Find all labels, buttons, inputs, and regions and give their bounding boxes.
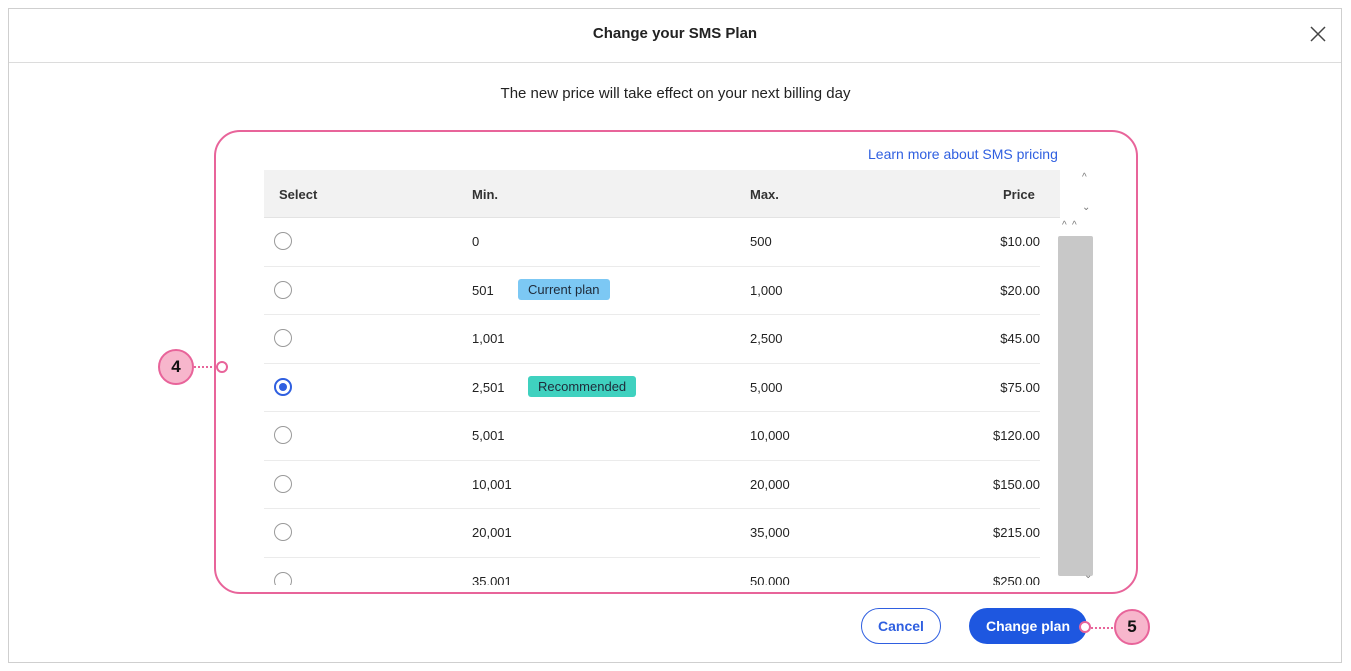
billing-note: The new price will take effect on your n… — [500, 85, 851, 102]
plan-radio[interactable] — [274, 474, 292, 493]
learn-more-link[interactable]: Learn more about SMS pricing — [868, 146, 1058, 162]
min-cell: 10,001 — [472, 476, 512, 492]
step-5-connector — [1091, 627, 1113, 629]
price-cell: $10.00 — [1000, 234, 1040, 249]
max-cell: 20,000 — [750, 476, 790, 492]
min-cell: 501 — [472, 282, 494, 298]
plan-table: Select Min. Max. Price 0 500 $10.00 501 Curr… — [264, 170, 1094, 585]
price-cell: $215.00 — [993, 525, 1040, 540]
close-button[interactable] — [1305, 21, 1331, 47]
step-4-anchor — [216, 361, 228, 373]
max-cell: 2,500 — [750, 331, 783, 346]
table-scrollbar[interactable]: ^ ^ ⌄ — [1058, 218, 1094, 585]
scroll-down-icon[interactable]: ⌄ — [1084, 570, 1092, 581]
min-cell: 1,001 — [472, 331, 505, 346]
table-row[interactable]: 5,001 10,000 $120.00 — [264, 412, 1040, 461]
modal-header: Change your SMS Plan — [9, 9, 1341, 63]
table-row[interactable]: 1,001 2,500 $45.00 — [264, 315, 1040, 364]
table-row[interactable]: 501 Current plan 1,000 $20.00 — [264, 267, 1040, 315]
min-cell: 2,501 — [472, 379, 505, 395]
table-row[interactable]: 10,001 20,000 $150.00 — [264, 461, 1040, 509]
change-plan-button[interactable]: Change plan — [969, 608, 1087, 644]
scrollbar-thumb[interactable] — [1058, 236, 1093, 576]
modal-title: Change your SMS Plan — [592, 25, 758, 42]
table-row[interactable]: 2,501 Recommended 5,000 $75.00 — [264, 364, 1040, 412]
recommended-badge: Recommended — [528, 375, 637, 397]
plan-radio[interactable] — [274, 280, 292, 299]
max-cell: 500 — [750, 234, 772, 249]
close-icon — [1310, 26, 1326, 42]
step-4-connector — [194, 366, 216, 368]
price-cell: $150.00 — [993, 476, 1040, 492]
plan-radio[interactable] — [274, 426, 292, 444]
price-cell: $75.00 — [1000, 379, 1040, 395]
price-cell: $120.00 — [993, 428, 1040, 443]
header-scroll-up-icon[interactable]: ^ — [1082, 172, 1087, 183]
max-cell: 35,000 — [750, 525, 790, 540]
current-plan-badge: Current plan — [518, 278, 610, 300]
header-select: Select — [279, 187, 318, 202]
max-cell: 1,000 — [750, 282, 783, 298]
plan-radio[interactable] — [274, 329, 292, 347]
scroll-up-icon[interactable]: ^ — [1072, 220, 1077, 231]
plan-radio[interactable] — [274, 232, 292, 250]
header-price: Price — [1003, 187, 1035, 202]
max-cell: 50,000 — [750, 573, 790, 586]
plan-radio[interactable] — [274, 571, 292, 585]
table-header: Select Min. Max. Price — [264, 170, 1060, 218]
header-max: Max. — [750, 187, 779, 202]
cancel-button[interactable]: Cancel — [861, 608, 941, 644]
plan-radio[interactable] — [274, 523, 292, 541]
min-cell: 5,001 — [472, 428, 505, 443]
step-4-badge: 4 — [158, 349, 194, 385]
header-scroll-down-icon[interactable]: ⌄ — [1082, 202, 1090, 213]
step-5-badge: 5 — [1114, 609, 1150, 645]
scroll-up-icon[interactable]: ^ — [1062, 220, 1067, 231]
step-5-anchor — [1079, 621, 1091, 633]
max-cell: 5,000 — [750, 379, 783, 395]
plan-radio[interactable] — [274, 377, 292, 396]
table-row[interactable]: 35,001 50,000 $250.00 — [264, 558, 1040, 586]
min-cell: 0 — [472, 234, 480, 249]
price-cell: $20.00 — [1000, 282, 1040, 298]
min-cell: 35,001 — [472, 573, 512, 586]
max-cell: 10,000 — [750, 428, 790, 443]
min-cell: 20,001 — [472, 525, 512, 540]
price-cell: $250.00 — [993, 573, 1040, 586]
price-cell: $45.00 — [1000, 331, 1040, 346]
table-body: 0 500 $10.00 501 Current plan 1,000 $20.00 1,00… — [264, 218, 1040, 585]
table-row[interactable]: 0 500 $10.00 — [264, 218, 1040, 267]
table-row[interactable]: 20,001 35,000 $215.00 — [264, 509, 1040, 558]
header-min: Min. — [472, 187, 498, 202]
